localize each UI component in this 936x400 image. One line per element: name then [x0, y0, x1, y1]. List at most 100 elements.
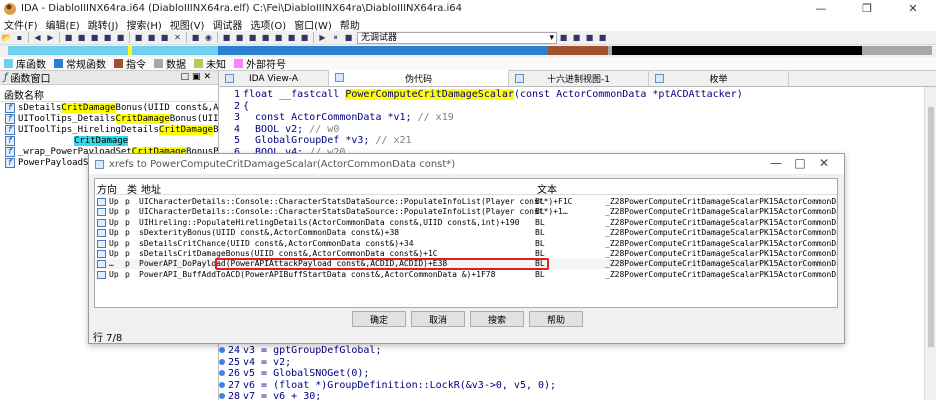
function-name-part: UIToolTips_HirelingDetails — [18, 124, 159, 135]
run-icon[interactable]: ▶ — [317, 32, 328, 43]
open-icon[interactable]: 📂 — [1, 32, 12, 43]
tab-enums[interactable]: 枚举 — [649, 71, 789, 86]
menu-view[interactable]: 视图(V) — [166, 17, 209, 32]
debug-option-icon[interactable]: ■ — [558, 32, 569, 43]
debug-detach-icon[interactable]: ■ — [597, 32, 608, 43]
col-type[interactable]: 类 — [127, 181, 137, 196]
code-line[interactable]: 24 v3 = gptGroupDefGlobal; — [219, 345, 924, 356]
dialog-minimize-button[interactable]: — — [764, 156, 788, 170]
function-row[interactable]: f CritDamage — [0, 135, 218, 146]
functions-column-header[interactable]: 函数名称 — [0, 88, 218, 102]
legend-data: 数据 — [154, 56, 186, 71]
search-icon[interactable]: ◉ — [203, 32, 214, 43]
graph-icon[interactable]: ■ — [190, 32, 201, 43]
string-icon[interactable]: ■ — [102, 32, 113, 43]
tab-ida-view-a[interactable]: IDA View-A — [219, 71, 329, 86]
xref-text: BL — [535, 207, 545, 217]
function-row[interactable]: fUIToolTips_HirelingDetailsCritDamageBon… — [0, 124, 218, 135]
menu-search[interactable]: 搜索(H) — [122, 17, 165, 32]
save-icon[interactable]: ▪ — [14, 32, 25, 43]
help-button[interactable]: 帮助 — [529, 311, 583, 327]
menu-debugger[interactable]: 调试器 — [208, 17, 246, 32]
xref-row[interactable]: Up p UICharacterDetails::Console::Characte… — [95, 197, 837, 207]
hex-icon[interactable]: ■ — [63, 32, 74, 43]
array-icon[interactable]: ■ — [115, 32, 126, 43]
menu-file[interactable]: 文件(F) — [0, 17, 42, 32]
col-text[interactable]: 文本 — [537, 181, 557, 196]
function-name-part: Bonus(UIID const&,Actor — [115, 102, 218, 113]
breakpoint-dot-icon[interactable] — [219, 358, 225, 365]
code-line[interactable]: 5 GlobalGroupDef *v3; // x21 — [219, 135, 924, 146]
col-direction[interactable]: 方向 — [97, 181, 117, 196]
legend-bar: 库函数 常规函数 指令 数据 未知 外部符号 — [0, 57, 936, 71]
dialog-maximize-button[interactable]: □ — [788, 156, 812, 170]
maximize-button[interactable]: ❐ — [844, 0, 890, 17]
tab-pseudocode[interactable]: 伪代码 — [329, 70, 509, 86]
data-icon[interactable]: ■ — [89, 32, 100, 43]
minimize-button[interactable]: — — [798, 0, 844, 17]
debugger-select[interactable]: 无调试器 — [357, 31, 557, 44]
menu-edit[interactable]: 编辑(E) — [42, 17, 84, 32]
debug-attach-icon[interactable]: ■ — [584, 32, 595, 43]
list-icon[interactable]: ■ — [273, 32, 284, 43]
menu-options[interactable]: 选项(O) — [246, 17, 290, 32]
xref-row[interactable]: Up p sDetailsCritChance(UIID const&,ActorC… — [95, 239, 837, 249]
xref-row-icon — [97, 239, 106, 248]
xref-row[interactable]: Up p UICharacterDetails::Console::Characte… — [95, 207, 838, 217]
debug-settings-icon[interactable]: ■ — [571, 32, 582, 43]
xref-row[interactable]: Up p PowerAPI_BuffAddToACD(PowerAPIBuffSta… — [95, 270, 837, 280]
function-row[interactable]: fUIToolTips_DetailsCritDamageBonus(UIID … — [0, 113, 218, 124]
code-scrollbar[interactable] — [924, 87, 936, 400]
enum-icon — [655, 74, 664, 83]
mark-icon[interactable]: ■ — [260, 32, 271, 43]
code-line[interactable]: 26 v5 = GlobalSNOGet(0); — [219, 368, 924, 379]
code-line[interactable]: 28 v7 = v6 + 30; — [219, 391, 924, 400]
menu-windows[interactable]: 窗口(W) — [290, 17, 336, 32]
func-icon[interactable]: ■ — [159, 32, 170, 43]
xref-row-icon — [97, 218, 106, 227]
plugin-icon[interactable]: ■ — [221, 32, 232, 43]
bookmark-icon[interactable]: ■ — [286, 32, 297, 43]
code-line[interactable]: 27 v6 = (float *)GroupDefinition::LockR(&… — [219, 380, 924, 391]
code-text: v5 = GlobalSNOGet(0); — [243, 368, 370, 379]
function-row[interactable]: fsDetailsCritDamageBonus(UIID const&,Act… — [0, 102, 218, 113]
pause-icon[interactable]: ⏸ — [330, 32, 341, 43]
comment-icon[interactable]: ■ — [247, 32, 258, 43]
code-line[interactable]: 1 float __fastcall PowerComputeCritDamage… — [219, 89, 924, 100]
code-line[interactable]: 4 BOOL v2; // w0 — [219, 124, 924, 135]
ok-button[interactable]: 确定 — [352, 311, 406, 327]
stop-icon[interactable]: ■ — [343, 32, 354, 43]
undefine-icon[interactable]: ✕ — [172, 32, 183, 43]
function-icon: ƒ — [4, 72, 8, 83]
close-button[interactable]: ✕ — [890, 0, 936, 17]
panel-controls[interactable]: □▣✕ — [180, 72, 214, 82]
code-line[interactable]: 3 const ActorCommonData *v1; // x19 — [219, 112, 924, 123]
cancel-button[interactable]: 取消 — [411, 311, 465, 327]
code-line[interactable]: 2{ — [219, 101, 924, 112]
code-icon[interactable]: ■ — [76, 32, 87, 43]
breakpoint-dot-icon[interactable] — [219, 381, 225, 388]
menu-help[interactable]: 帮助 — [336, 17, 364, 32]
script-icon[interactable]: ■ — [234, 32, 245, 43]
back-icon[interactable]: ◀ — [32, 32, 43, 43]
dialog-close-button[interactable]: ✕ — [812, 156, 836, 170]
xref-target: _Z28PowerComputeCritDamageScalarPK15Acto… — [605, 207, 838, 217]
xref-type: p — [125, 228, 130, 238]
tool-icon[interactable]: ■ — [299, 32, 310, 43]
forward-icon[interactable]: ▶ — [45, 32, 56, 43]
struct-icon[interactable]: ■ — [133, 32, 144, 43]
tab-hex-view[interactable]: 十六进制视图-1 — [509, 71, 649, 86]
code-line[interactable]: 25 v4 = v2; — [219, 357, 924, 368]
search-button[interactable]: 搜索 — [470, 311, 524, 327]
enum-icon[interactable]: ■ — [146, 32, 157, 43]
xref-target: _Z28PowerComputeCritDamageScalarPK15Acto… — [605, 217, 838, 227]
xref-row[interactable]: Up p sDexterityBonus(UIID const&,ActorComm… — [95, 228, 837, 238]
menu-jump[interactable]: 跳转(J) — [84, 17, 123, 32]
col-address[interactable]: 地址 — [141, 181, 161, 196]
breakpoint-dot-icon[interactable] — [219, 370, 225, 376]
function-name-highlight[interactable]: PowerComputeCritDamageScalar — [345, 89, 514, 100]
breakpoint-dot-icon[interactable] — [219, 393, 225, 399]
breakpoint-dot-icon[interactable] — [219, 347, 225, 353]
xref-row[interactable]: Up p UIHireling::PopulateHirelingDetails(A… — [95, 217, 838, 228]
function-icon: f — [5, 113, 15, 124]
